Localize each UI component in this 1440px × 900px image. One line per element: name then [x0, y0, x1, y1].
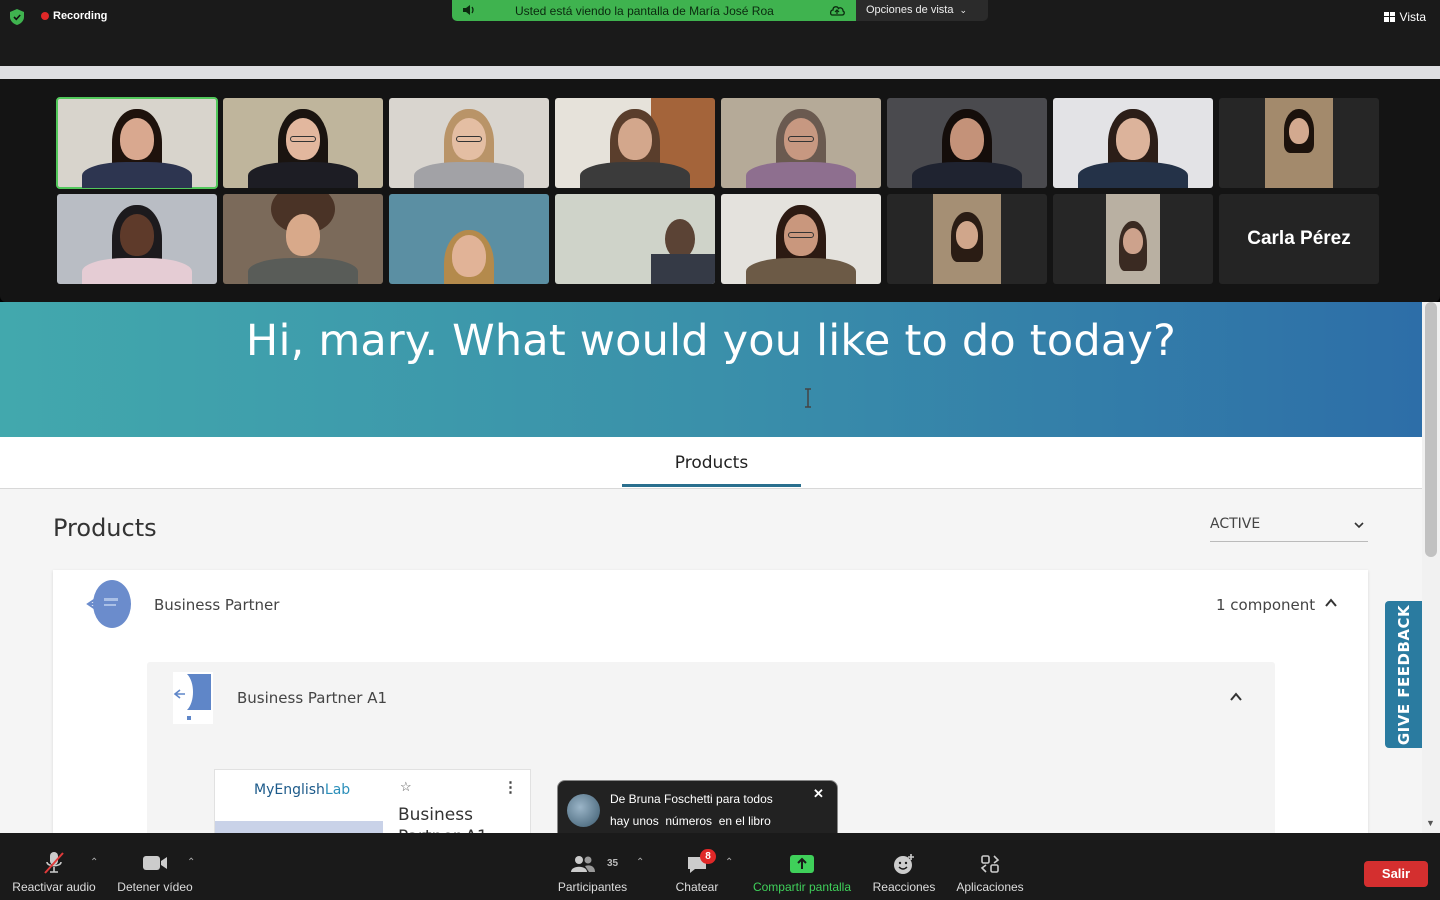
share-banner-text: Usted está viendo la pantalla de María J…	[515, 4, 774, 18]
apps-label: Aplicaciones	[956, 880, 1024, 894]
course-cover-image	[215, 821, 383, 833]
video-options-caret-icon[interactable]: ⌃	[187, 857, 195, 868]
participant-video-tile[interactable]	[389, 194, 549, 284]
shared-web-page: Hi, mary. What would you like to do toda…	[0, 302, 1422, 833]
audio-options-caret-icon[interactable]: ⌃	[90, 857, 98, 868]
recording-label: Recording	[53, 10, 108, 22]
myenglishlab-logo: MyEnglishLab	[254, 782, 350, 798]
cloud-upload-icon[interactable]	[828, 3, 846, 17]
component-count: 1 component	[1216, 596, 1316, 614]
chat-button[interactable]: Chatear	[664, 833, 730, 900]
scroll-down-arrow-icon[interactable]: ▼	[1426, 818, 1435, 828]
participant-video-tile[interactable]	[887, 194, 1047, 284]
unmute-label: Reactivar audio	[12, 880, 96, 894]
participant-video-tile[interactable]	[389, 98, 549, 188]
view-button[interactable]: Vista	[1383, 10, 1426, 24]
participants-icon	[571, 856, 595, 872]
participants-button[interactable]: Participantes	[550, 833, 635, 900]
share-screen-label: Compartir pantalla	[752, 880, 852, 894]
apps-button[interactable]: Aplicaciones	[950, 833, 1030, 900]
chevron-down-icon: ⌄	[959, 5, 968, 15]
view-options-dropdown[interactable]: Opciones de vista ⌄	[856, 0, 988, 21]
scrollbar-thumb[interactable]	[1425, 302, 1437, 557]
participant-video-tile[interactable]	[223, 98, 383, 188]
status-filter-value: ACTIVE	[1210, 516, 1261, 532]
meeting-toolbar: Reactivar audio ⌃ Detener vídeo ⌃ Partic…	[0, 833, 1440, 900]
participant-video-tile[interactable]	[223, 194, 383, 284]
meeting-top-bar: Recording Usted está viendo la pantalla …	[0, 0, 1440, 66]
recording-indicator[interactable]: Recording	[41, 10, 107, 22]
participants-count: 35	[607, 858, 619, 869]
chevron-up-icon[interactable]	[1324, 596, 1338, 610]
speaker-icon[interactable]	[462, 4, 476, 16]
unmute-button[interactable]: Reactivar audio	[4, 833, 104, 900]
close-icon[interactable]: ✕	[813, 786, 824, 802]
grid-view-icon	[1383, 12, 1395, 22]
video-camera-icon	[143, 856, 167, 870]
greeting-title: Hi, mary. What would you like to do toda…	[245, 316, 1177, 366]
business-partner-logo	[86, 580, 131, 628]
leave-meeting-button[interactable]: Salir	[1364, 861, 1428, 887]
reactions-button[interactable]: Reacciones	[868, 833, 940, 900]
participant-video-tile[interactable]	[555, 98, 715, 188]
share-screen-icon	[790, 855, 814, 873]
participant-video-tile[interactable]	[721, 98, 881, 188]
chat-sender: De Bruna Foschetti para todos	[610, 792, 773, 806]
chevron-up-icon[interactable]	[1229, 690, 1243, 704]
share-screen-button[interactable]: Compartir pantalla	[746, 833, 858, 900]
participant-name-tile[interactable]: Carla Pérez	[1219, 194, 1379, 284]
business-partner-a1-logo	[173, 672, 213, 724]
participant-video-tile[interactable]	[887, 98, 1047, 188]
tab-products[interactable]: Products	[622, 437, 801, 487]
product-title[interactable]: Business Partner	[154, 596, 279, 614]
shared-browser-strip	[0, 66, 1440, 80]
participants-label: Participantes	[557, 880, 628, 894]
emoji-plus-icon	[894, 854, 914, 874]
component-title[interactable]: Business Partner A1	[237, 689, 387, 707]
recording-dot-icon	[41, 12, 49, 20]
participants-caret-icon[interactable]: ⌃	[636, 857, 644, 868]
course-name[interactable]: Business Partner A1	[398, 804, 518, 833]
microphone-muted-icon	[44, 852, 64, 874]
participant-video-tile[interactable]	[555, 194, 715, 284]
course-tile[interactable]: MyEnglishLab ☆ ⋮ Business Partner A1	[214, 769, 531, 833]
chat-label: Chatear	[675, 880, 719, 894]
products-heading: Products	[53, 514, 157, 542]
give-feedback-button[interactable]: GIVE FEEDBACK	[1385, 601, 1422, 748]
status-filter-select[interactable]: ACTIVE	[1210, 516, 1368, 542]
participant-name: Carla Pérez	[1247, 228, 1351, 249]
reactions-label: Reacciones	[872, 880, 936, 894]
star-icon[interactable]: ☆	[400, 779, 412, 795]
participant-video-tile[interactable]	[1219, 98, 1379, 188]
participant-video-tile[interactable]	[56, 97, 218, 189]
stop-video-label: Detener vídeo	[117, 880, 193, 894]
chat-message: hay unos números en el libro	[610, 814, 771, 828]
screen-share-banner: Usted está viendo la pantalla de María J…	[452, 0, 856, 21]
logo-text-a: MyEnglish	[254, 782, 325, 798]
welcome-banner: Hi, mary. What would you like to do toda…	[0, 302, 1422, 437]
participant-video-tile[interactable]	[1053, 98, 1213, 188]
participant-gallery: Carla Pérez	[0, 79, 1440, 302]
give-feedback-label: GIVE FEEDBACK	[1394, 604, 1413, 745]
view-options-label: Opciones de vista	[866, 4, 954, 16]
participant-video-tile[interactable]	[1053, 194, 1213, 284]
tab-bar: Products	[0, 437, 1422, 489]
text-cursor-icon	[805, 388, 811, 408]
security-shield-icon[interactable]	[10, 9, 24, 25]
apps-icon	[980, 855, 1000, 873]
chevron-down-icon	[1354, 522, 1364, 529]
logo-text-b: Lab	[324, 782, 351, 798]
chat-unread-badge: 8	[700, 849, 716, 864]
more-options-icon[interactable]: ⋮	[503, 778, 518, 796]
participant-video-tile[interactable]	[721, 194, 881, 284]
participant-video-tile[interactable]	[57, 194, 217, 284]
view-label: Vista	[1399, 10, 1426, 24]
chat-caret-icon[interactable]: ⌃	[725, 857, 733, 868]
sender-avatar	[567, 794, 600, 827]
